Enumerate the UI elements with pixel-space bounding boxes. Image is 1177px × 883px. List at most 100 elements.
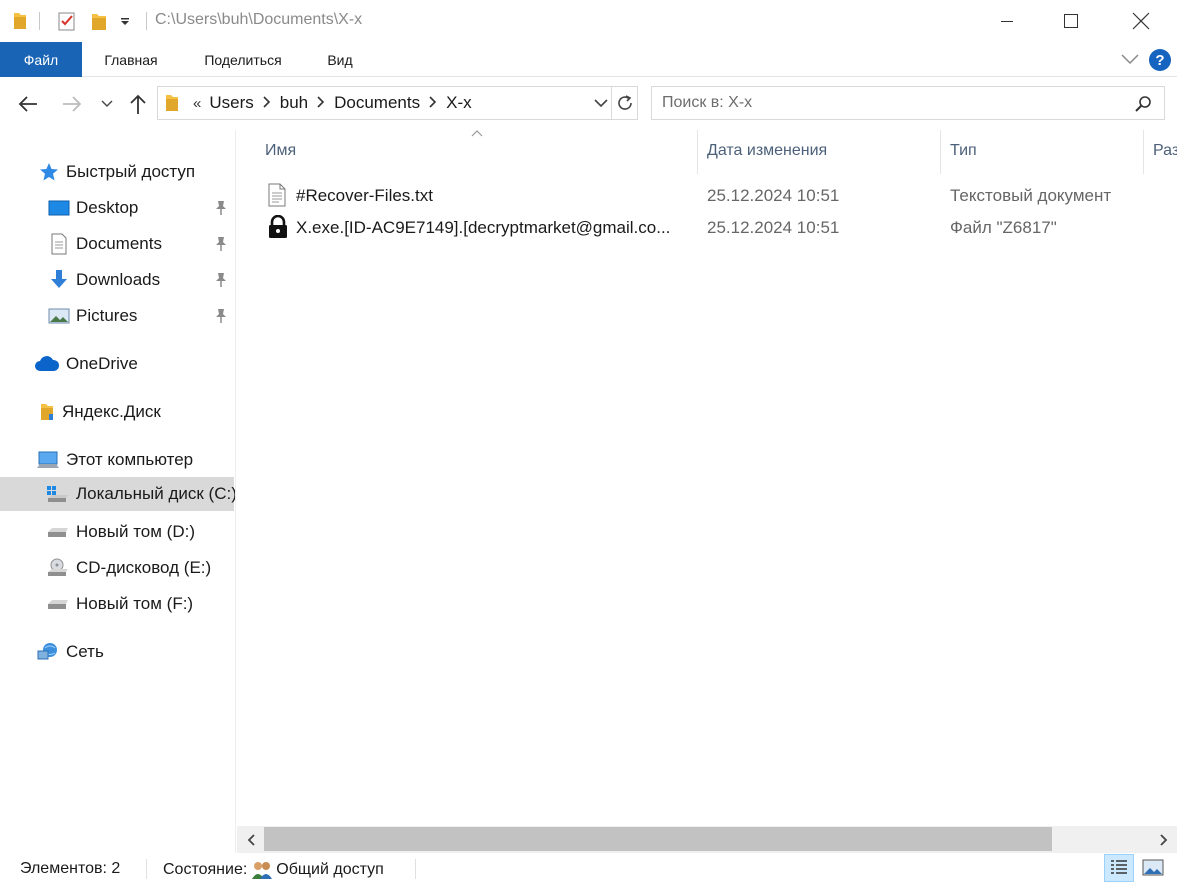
window-title: C:\Users\buh\Documents\X-x: [155, 11, 363, 28]
file-date: 25.12.2024 10:51: [707, 218, 840, 237]
sidebar-item-downloads[interactable]: Downloads: [0, 263, 234, 297]
refresh-icon: [617, 95, 632, 110]
recent-locations-button[interactable]: [96, 90, 118, 118]
lock-icon: [267, 214, 289, 244]
scrollbar-thumb[interactable]: [264, 827, 1052, 851]
column-divider[interactable]: [697, 130, 698, 174]
column-header-name[interactable]: Имя: [265, 142, 296, 160]
column-divider[interactable]: [940, 130, 941, 174]
chevron-down-icon: [101, 100, 113, 107]
breadcrumb-documents[interactable]: Documents: [334, 93, 420, 113]
scroll-left-button[interactable]: [237, 826, 264, 853]
search-icon[interactable]: [1134, 95, 1152, 117]
back-arrow-icon: [18, 96, 37, 112]
tab-file[interactable]: Файл: [0, 42, 82, 77]
sidebar-item-pictures[interactable]: Pictures: [0, 299, 234, 333]
address-dropdown-icon[interactable]: [594, 96, 608, 113]
search-input[interactable]: [662, 87, 1122, 119]
up-button[interactable]: [124, 90, 152, 118]
customize-qa-icon[interactable]: [118, 9, 132, 33]
item-count: Элементов: 2: [20, 860, 121, 877]
sidebar-item-drive-f[interactable]: Новый том (F:): [0, 587, 234, 621]
back-button[interactable]: [12, 90, 44, 118]
sidebar-item-label: Desktop: [76, 198, 139, 217]
pin-icon[interactable]: [214, 272, 228, 293]
forward-button[interactable]: [56, 90, 88, 118]
navigation-bar: « Users buh Documents X-x: [0, 78, 1177, 130]
sidebar-item-label: Новый том (D:): [76, 522, 195, 541]
sidebar-item-drive-c[interactable]: Локальный диск (C:): [0, 477, 235, 511]
sidebar-item-label: Быстрый доступ: [66, 162, 196, 181]
close-button[interactable]: [1118, 0, 1164, 42]
breadcrumb-users[interactable]: Users: [209, 93, 253, 113]
scroll-right-button[interactable]: [1150, 826, 1177, 853]
ribbon: Файл Главная Поделиться Вид ?: [0, 42, 1177, 77]
new-folder-icon[interactable]: [90, 9, 108, 33]
help-icon[interactable]: ?: [1149, 49, 1171, 71]
chevron-left-icon: [247, 833, 255, 846]
status-divider: [415, 859, 416, 879]
tab-share[interactable]: Поделиться: [188, 42, 298, 77]
maximize-button[interactable]: [1048, 0, 1094, 42]
large-icons-view-button[interactable]: [1138, 854, 1168, 882]
details-view-button[interactable]: [1104, 854, 1134, 882]
chevron-right-icon[interactable]: [262, 95, 272, 111]
sidebar-item-quick-access[interactable]: Быстрый доступ: [0, 155, 234, 189]
file-row[interactable]: #Recover-Files.txt 25.12.2024 10:51 Текс…: [237, 181, 1177, 211]
breadcrumb-overflow[interactable]: «: [193, 95, 201, 112]
sidebar-item-yandex-disk[interactable]: Яндекс.Диск: [0, 395, 234, 429]
title-bar: C:\Users\buh\Documents\X-x: [0, 0, 1177, 42]
status-bar: Элементов: 2 Состояние: Общий доступ: [0, 853, 1177, 883]
column-header-type[interactable]: Тип: [950, 142, 977, 160]
column-header-size[interactable]: Раз: [1153, 142, 1177, 160]
sidebar-item-label: CD-дисковод (E:): [76, 558, 212, 577]
folder-icon: [12, 9, 28, 33]
title-separator: [146, 12, 147, 30]
chevron-right-icon[interactable]: [428, 95, 438, 111]
pin-icon[interactable]: [214, 236, 228, 257]
network-icon: [36, 641, 60, 663]
hard-drive-icon: [46, 593, 70, 615]
sidebar-item-drive-e[interactable]: CD-дисковод (E:): [0, 551, 234, 585]
breadcrumb-current[interactable]: X-x: [446, 93, 472, 113]
sidebar-item-label: Новый том (F:): [76, 594, 194, 613]
navigation-pane[interactable]: Быстрый доступ Desktop Documents Downloa…: [0, 130, 236, 853]
sidebar-item-label: Сеть: [66, 642, 104, 661]
sidebar-item-documents[interactable]: Documents: [0, 227, 234, 261]
horizontal-scrollbar[interactable]: [237, 826, 1177, 853]
tab-view[interactable]: Вид: [314, 42, 366, 77]
maximize-icon: [1064, 14, 1078, 28]
sort-up-icon: [470, 125, 484, 142]
tab-home[interactable]: Главная: [90, 42, 172, 77]
share-state-label: Состояние:: [163, 861, 248, 878]
column-header-date[interactable]: Дата изменения: [707, 142, 827, 160]
cloud-icon: [34, 353, 60, 375]
breadcrumb-buh[interactable]: buh: [280, 93, 308, 113]
file-type: Файл "Z6817": [950, 218, 1057, 237]
ribbon-expand-icon[interactable]: [1121, 52, 1139, 70]
sidebar-item-desktop[interactable]: Desktop: [0, 191, 234, 225]
file-row[interactable]: X.exe.[ID-AC9E7149].[decryptmarket@gmail…: [237, 213, 1177, 243]
column-divider[interactable]: [1143, 130, 1144, 174]
sidebar-item-drive-d[interactable]: Новый том (D:): [0, 515, 234, 549]
pin-icon[interactable]: [214, 200, 228, 221]
sidebar-item-label: Documents: [76, 234, 162, 253]
sidebar-item-onedrive[interactable]: OneDrive: [0, 347, 234, 381]
share-state: Состояние: Общий доступ: [163, 860, 384, 880]
sidebar-item-label: OneDrive: [66, 354, 138, 373]
text-file-icon: [267, 183, 287, 212]
minimize-button[interactable]: [984, 0, 1030, 42]
sidebar-item-label: Яндекс.Диск: [62, 402, 161, 421]
chevron-right-icon: [1159, 833, 1167, 846]
hard-drive-icon: [46, 521, 70, 543]
share-state-value: Общий доступ: [276, 861, 384, 878]
chevron-right-icon[interactable]: [316, 95, 326, 111]
sidebar-item-this-pc[interactable]: Этот компьютер: [0, 443, 234, 477]
close-icon: [1132, 12, 1150, 30]
search-box[interactable]: [651, 86, 1165, 120]
refresh-button[interactable]: [612, 86, 638, 120]
pin-icon[interactable]: [214, 308, 228, 329]
address-bar[interactable]: « Users buh Documents X-x: [157, 86, 612, 120]
sidebar-item-network[interactable]: Сеть: [0, 635, 234, 669]
properties-icon[interactable]: [57, 9, 77, 33]
